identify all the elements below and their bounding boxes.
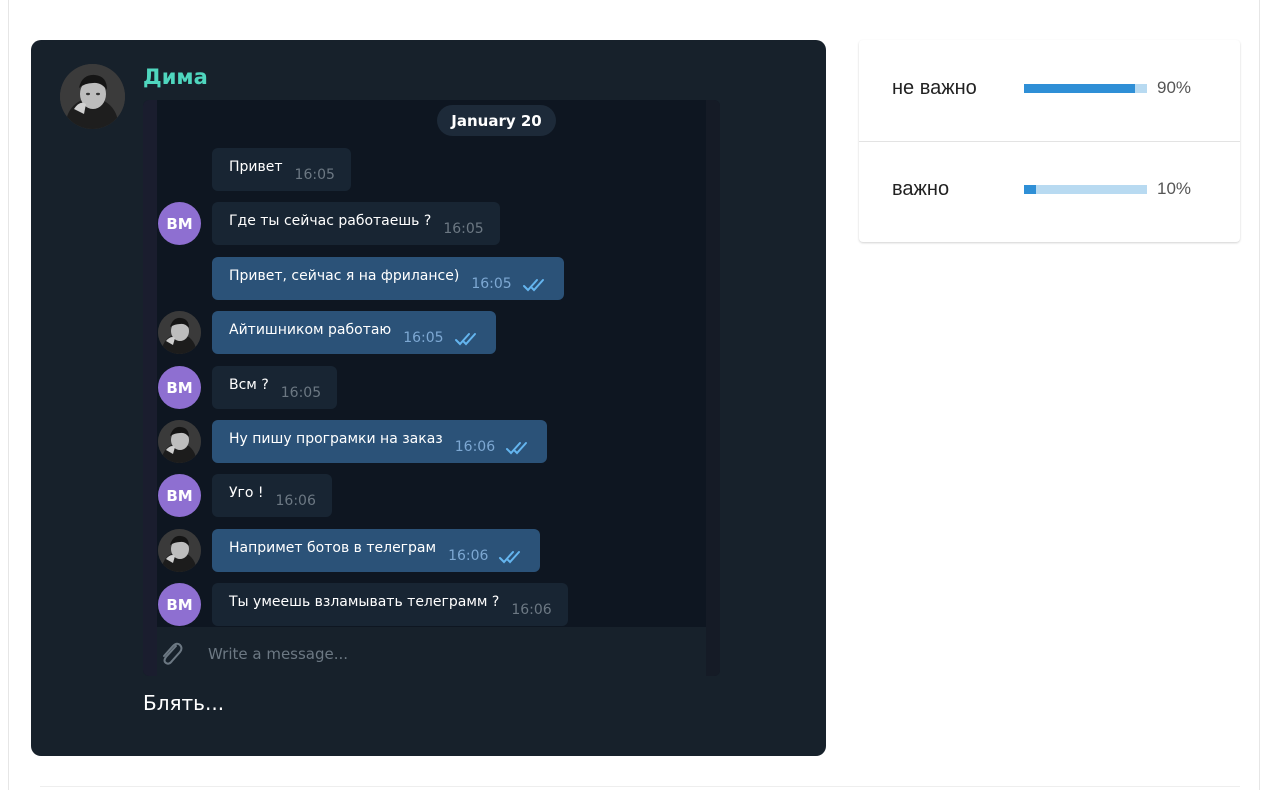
chat-screenshot: January 20 Привет 16:05 Где ты сейчас рабо… [143, 100, 720, 676]
message-bubble[interactable]: Привет, сейчас я на фрилансе) 16:05 [212, 257, 564, 300]
poll-bar-fill [1024, 84, 1135, 93]
message-time: 16:05 [280, 384, 322, 401]
message-text: Уго ! [229, 484, 264, 501]
author-name[interactable]: Дима [143, 65, 208, 89]
message-text: Привет, сейчас я на фрилансе) [229, 267, 460, 284]
message-input-placeholder: Write a message... [208, 645, 349, 663]
poll-option-label: важно [892, 178, 950, 200]
message-bubble[interactable]: Айтишником работаю 16:05 [212, 311, 496, 354]
screenshot-edge [706, 100, 720, 676]
poll-bar-fill [1024, 185, 1037, 194]
message-time: 16:06 [511, 601, 552, 618]
user-photo-icon[interactable] [60, 64, 125, 129]
message-text: Ну пишу програмки на заказ [229, 430, 443, 447]
date-separator: January 20 [437, 105, 556, 136]
double-check-icon [454, 332, 476, 345]
sender-avatar-initials: ВМ [158, 583, 201, 626]
poll-bar [1024, 185, 1147, 194]
message-bubble[interactable]: Привет 16:05 [212, 148, 351, 191]
message-bubble[interactable]: Ты умеешь взламывать телеграмм ? 16:06 [212, 583, 568, 626]
message-text: Айтишником работаю [229, 321, 392, 338]
poll-option[interactable]: важно 10% [859, 141, 1240, 242]
message-text: Всм ? [229, 376, 269, 393]
message-bubble[interactable]: Напримет ботов в телеграм 16:06 [212, 529, 541, 572]
paperclip-icon [163, 642, 183, 665]
double-check-icon [522, 278, 544, 291]
post-caption: Блять... [143, 691, 225, 715]
message-text: Ты умеешь взламывать телеграмм ? [229, 593, 500, 610]
sender-avatar-initials: ВМ [158, 366, 201, 409]
message-bubble[interactable]: Где ты сейчас работаешь ? 16:05 [212, 202, 500, 245]
sender-avatar-initials: ВМ [158, 474, 201, 517]
poll-card: не важно 90% важно 10% [859, 40, 1240, 242]
message-text: Напримет ботов в телеграм [229, 539, 437, 556]
message-time: 16:06 [275, 492, 316, 509]
user-photo-icon [158, 311, 201, 354]
message-time: 16:05 [471, 275, 512, 292]
message-bubble[interactable]: Всм ? 16:05 [212, 366, 338, 409]
double-check-icon [499, 550, 521, 563]
poll-percent: 90% [1157, 78, 1192, 97]
message-text: Где ты сейчас работаешь ? [229, 212, 432, 229]
poll-option[interactable]: не важно 90% [859, 40, 1240, 142]
message-time: 16:06 [448, 547, 489, 564]
user-photo-icon [158, 529, 201, 572]
divider [40, 786, 1240, 787]
screenshot-edge [143, 100, 157, 676]
message-text: Привет [229, 158, 283, 175]
poll-percent: 10% [1157, 179, 1192, 198]
message-time: 16:06 [454, 438, 496, 455]
message-input-bar: Write a message... [157, 627, 706, 676]
message-time: 16:05 [403, 329, 444, 346]
poll-option-label: не важно [892, 77, 977, 99]
poll-bar [1024, 84, 1147, 93]
message-time: 16:05 [294, 166, 335, 183]
double-check-icon [506, 441, 528, 454]
message-time: 16:05 [443, 220, 484, 237]
user-photo-icon [158, 420, 201, 463]
message-bubble[interactable]: Ну пишу програмки на заказ 16:06 [212, 420, 548, 463]
sender-avatar-initials: ВМ [158, 202, 201, 245]
message-card: Дима January 20 Привет 16:05 Где ты сейчас… [31, 40, 826, 756]
message-bubble[interactable]: Уго ! 16:06 [212, 474, 332, 517]
